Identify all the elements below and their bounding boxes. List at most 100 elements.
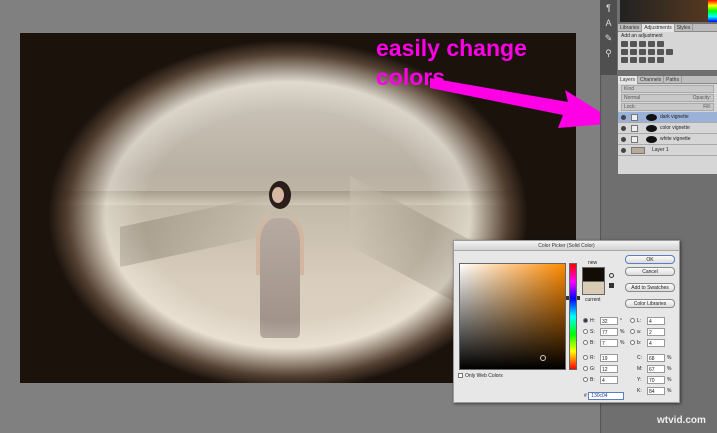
add-to-swatches-button[interactable]: Add to Swatches — [625, 283, 675, 292]
tab-layers[interactable]: Layers — [618, 76, 639, 84]
field-unit: % — [620, 340, 625, 346]
field-black[interactable]: K: 84% — [630, 387, 678, 395]
brightness-icon[interactable] — [621, 41, 628, 47]
radio-red[interactable] — [583, 355, 588, 360]
invert-icon[interactable] — [621, 57, 628, 63]
layer-row-dark-vignette[interactable]: dark vignette — [618, 112, 717, 123]
black-input[interactable]: 84 — [647, 387, 665, 395]
tab-styles[interactable]: Styles — [675, 24, 694, 32]
color-lookup-icon[interactable] — [666, 49, 673, 55]
lab-a-input[interactable]: 2 — [647, 328, 665, 336]
hue-saturation-icon[interactable] — [621, 49, 628, 55]
field-brightness[interactable]: B: 7% — [583, 339, 628, 347]
magenta-input[interactable]: 67 — [647, 365, 665, 373]
clone-icon[interactable]: ⚲ — [603, 48, 614, 59]
saturation-input[interactable]: 77 — [600, 328, 618, 336]
hue-slider[interactable] — [569, 263, 577, 370]
posterize-icon[interactable] — [630, 57, 637, 63]
exposure-icon[interactable] — [648, 41, 655, 47]
tab-libraries[interactable]: Libraries — [618, 24, 643, 32]
field-label: B: — [590, 377, 595, 383]
radio-blue[interactable] — [583, 377, 588, 382]
color-libraries-button[interactable]: Color Libraries — [625, 299, 675, 308]
field-lab-l[interactable]: L: 4 — [630, 317, 678, 325]
vibrance-icon[interactable] — [657, 41, 664, 47]
brush-icon[interactable]: ✎ — [603, 33, 614, 44]
eye-icon[interactable] — [621, 148, 626, 153]
layer-row-white-vignette[interactable]: white vignette — [618, 134, 717, 145]
field-green[interactable]: G: 12 — [583, 365, 628, 373]
field-label: L: — [637, 318, 642, 324]
hue-input[interactable]: 32 — [600, 317, 618, 325]
brightness-input[interactable]: 7 — [600, 339, 618, 347]
eye-icon[interactable] — [621, 126, 626, 131]
adjustments-icon-row-1 — [618, 40, 717, 48]
channel-mixer-icon[interactable] — [657, 49, 664, 55]
adjustments-icon-row-2 — [618, 48, 717, 56]
layers-tabbar: Layers Channels Paths — [618, 76, 717, 84]
field-saturation[interactable]: S: 77% — [583, 328, 628, 336]
curves-icon[interactable] — [639, 41, 646, 47]
black-white-icon[interactable] — [639, 49, 646, 55]
radio-hue[interactable] — [583, 318, 588, 323]
selective-color-icon[interactable] — [657, 57, 664, 63]
eye-icon[interactable] — [621, 115, 626, 120]
green-input[interactable]: 12 — [600, 365, 618, 373]
layer-row-color-vignette[interactable]: color vignette — [618, 123, 717, 134]
color-panel-ramp[interactable] — [620, 0, 717, 22]
field-label: G: — [590, 366, 596, 372]
web-colors-option[interactable]: Only Web Colors — [458, 373, 503, 379]
layer-thumbnail — [631, 136, 638, 143]
fill-label: Fill: — [703, 104, 711, 110]
layer-mask-thumbnail[interactable] — [646, 136, 657, 143]
red-input[interactable]: 19 — [600, 354, 618, 362]
eye-icon[interactable] — [621, 137, 626, 142]
radio-lab-a[interactable] — [630, 329, 635, 334]
radio-lab-b[interactable] — [630, 340, 635, 345]
layer-filter-select[interactable]: Kind — [621, 85, 714, 93]
hex-field[interactable]: # 130c04 — [584, 392, 625, 400]
levels-icon[interactable] — [630, 41, 637, 47]
color-balance-icon[interactable] — [630, 49, 637, 55]
color-panel-hue-bar[interactable] — [708, 0, 717, 22]
radio-saturation[interactable] — [583, 329, 588, 334]
field-blue[interactable]: B: 4 — [583, 376, 628, 384]
field-lab-a[interactable]: a: 2 — [630, 328, 678, 336]
blend-mode-select[interactable]: Normal Opacity: — [621, 94, 714, 102]
tab-paths[interactable]: Paths — [664, 76, 682, 84]
yellow-input[interactable]: 70 — [647, 376, 665, 384]
lab-b-input[interactable]: 4 — [647, 339, 665, 347]
radio-lab-l[interactable] — [630, 318, 635, 323]
field-yellow[interactable]: Y: 70% — [630, 376, 678, 384]
saturation-brightness-field[interactable] — [459, 263, 566, 370]
hex-input[interactable]: 130c04 — [588, 392, 625, 400]
hue-slider-handle[interactable] — [566, 296, 580, 300]
field-red[interactable]: R: 19 — [583, 354, 628, 362]
paragraph-icon[interactable]: ¶ — [603, 3, 614, 14]
photo-filter-icon[interactable] — [648, 49, 655, 55]
field-lab-b[interactable]: b: 4 — [630, 339, 678, 347]
tab-adjustments[interactable]: Adjustments — [642, 24, 675, 32]
radio-brightness[interactable] — [583, 340, 588, 345]
field-magenta[interactable]: M: 67% — [630, 365, 678, 373]
character-icon[interactable]: A — [603, 18, 614, 29]
cancel-button[interactable]: Cancel — [625, 267, 675, 276]
layer-mask-thumbnail[interactable] — [646, 114, 657, 121]
lab-l-input[interactable]: 4 — [647, 317, 665, 325]
threshold-icon[interactable] — [639, 57, 646, 63]
field-cyan[interactable]: C: 68% — [630, 354, 678, 362]
blue-input[interactable]: 4 — [600, 376, 618, 384]
cyan-input[interactable]: 68 — [647, 354, 665, 362]
ok-button[interactable]: OK — [625, 255, 675, 264]
layer-row-layer-1[interactable]: Layer 1 — [618, 145, 717, 156]
gamut-warning-icon[interactable] — [609, 273, 614, 278]
color-cursor-icon[interactable] — [540, 355, 546, 361]
current-color-swatch[interactable] — [582, 281, 605, 295]
web-safe-cube-icon[interactable] — [609, 283, 614, 288]
field-hue[interactable]: H: 32 ° — [583, 317, 628, 325]
radio-green[interactable] — [583, 366, 588, 371]
web-colors-checkbox[interactable] — [458, 373, 463, 379]
gradient-map-icon[interactable] — [648, 57, 655, 63]
layer-mask-thumbnail[interactable] — [646, 125, 657, 132]
tab-channels[interactable]: Channels — [638, 76, 665, 84]
